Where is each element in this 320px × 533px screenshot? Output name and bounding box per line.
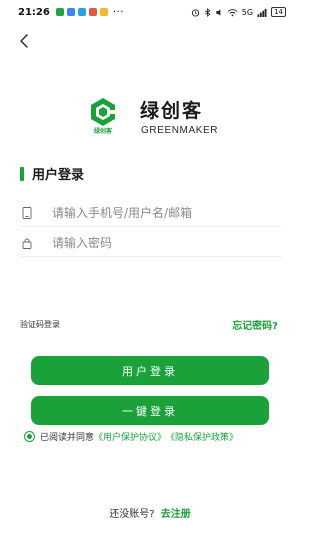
lock-icon bbox=[20, 236, 34, 250]
wifi-icon bbox=[227, 8, 238, 16]
agreement-prefix: 已阅读并同意 bbox=[40, 433, 95, 443]
logo-caption: 绿创客 bbox=[93, 128, 112, 135]
login-section-title: 用户登录 bbox=[20, 164, 84, 183]
back-button[interactable] bbox=[14, 30, 34, 52]
status-app-icon bbox=[88, 8, 97, 16]
forgot-password-link[interactable]: 忘记密码? bbox=[232, 317, 278, 332]
status-app-icon bbox=[99, 8, 108, 16]
app-logo: 绿创客 bbox=[88, 96, 118, 138]
status-app-icon bbox=[77, 8, 86, 16]
phone-icon bbox=[20, 206, 34, 220]
status-time: 21:26 bbox=[18, 6, 50, 18]
register-prompt: 还没账号? bbox=[109, 509, 155, 520]
section-title-text: 用户登录 bbox=[32, 168, 85, 183]
status-app-icon bbox=[55, 8, 64, 16]
privacy-policy-link[interactable]: 《隐私保护政策》 bbox=[166, 430, 238, 443]
one-click-login-button[interactable]: 一键登录 bbox=[31, 396, 269, 425]
brand-header: 绿创客 绿创客 GREENMAKER bbox=[88, 96, 228, 146]
section-accent-bar bbox=[20, 166, 24, 181]
account-field bbox=[20, 199, 282, 227]
signal-icon bbox=[257, 8, 267, 17]
account-input[interactable] bbox=[52, 205, 282, 220]
status-more-indicator: ··· bbox=[112, 6, 124, 18]
network-type: 5G bbox=[241, 7, 254, 17]
bluetooth-icon bbox=[204, 7, 211, 17]
brand-name-en: GREENMAKER bbox=[141, 125, 219, 136]
status-bar: 21:26 ··· 5G 14 bbox=[0, 0, 300, 24]
brand-name-cn: 绿创客 bbox=[140, 100, 204, 122]
battery-icon: 14 bbox=[271, 7, 286, 17]
status-right-group: 5G 14 bbox=[191, 7, 286, 17]
status-app-icon bbox=[66, 8, 75, 16]
checkbox-checked-dot bbox=[27, 434, 32, 439]
chevron-left-icon bbox=[20, 34, 28, 48]
user-login-button[interactable]: 用户登录 bbox=[31, 356, 269, 385]
agreement-row: 已阅读并同意 《用户保护协议》 《隐私保护政策》 bbox=[24, 430, 238, 443]
password-field bbox=[20, 229, 282, 257]
code-login-link[interactable]: 验证码登录 bbox=[20, 319, 60, 330]
alarm-icon bbox=[191, 8, 199, 17]
agreement-checkbox[interactable] bbox=[24, 431, 35, 442]
register-row: 还没账号? 去注册 bbox=[0, 505, 300, 520]
mute-icon bbox=[216, 8, 221, 16]
user-protocol-link[interactable]: 《用户保护协议》 bbox=[94, 430, 166, 443]
password-input[interactable] bbox=[52, 235, 282, 250]
register-link[interactable]: 去注册 bbox=[161, 509, 191, 520]
